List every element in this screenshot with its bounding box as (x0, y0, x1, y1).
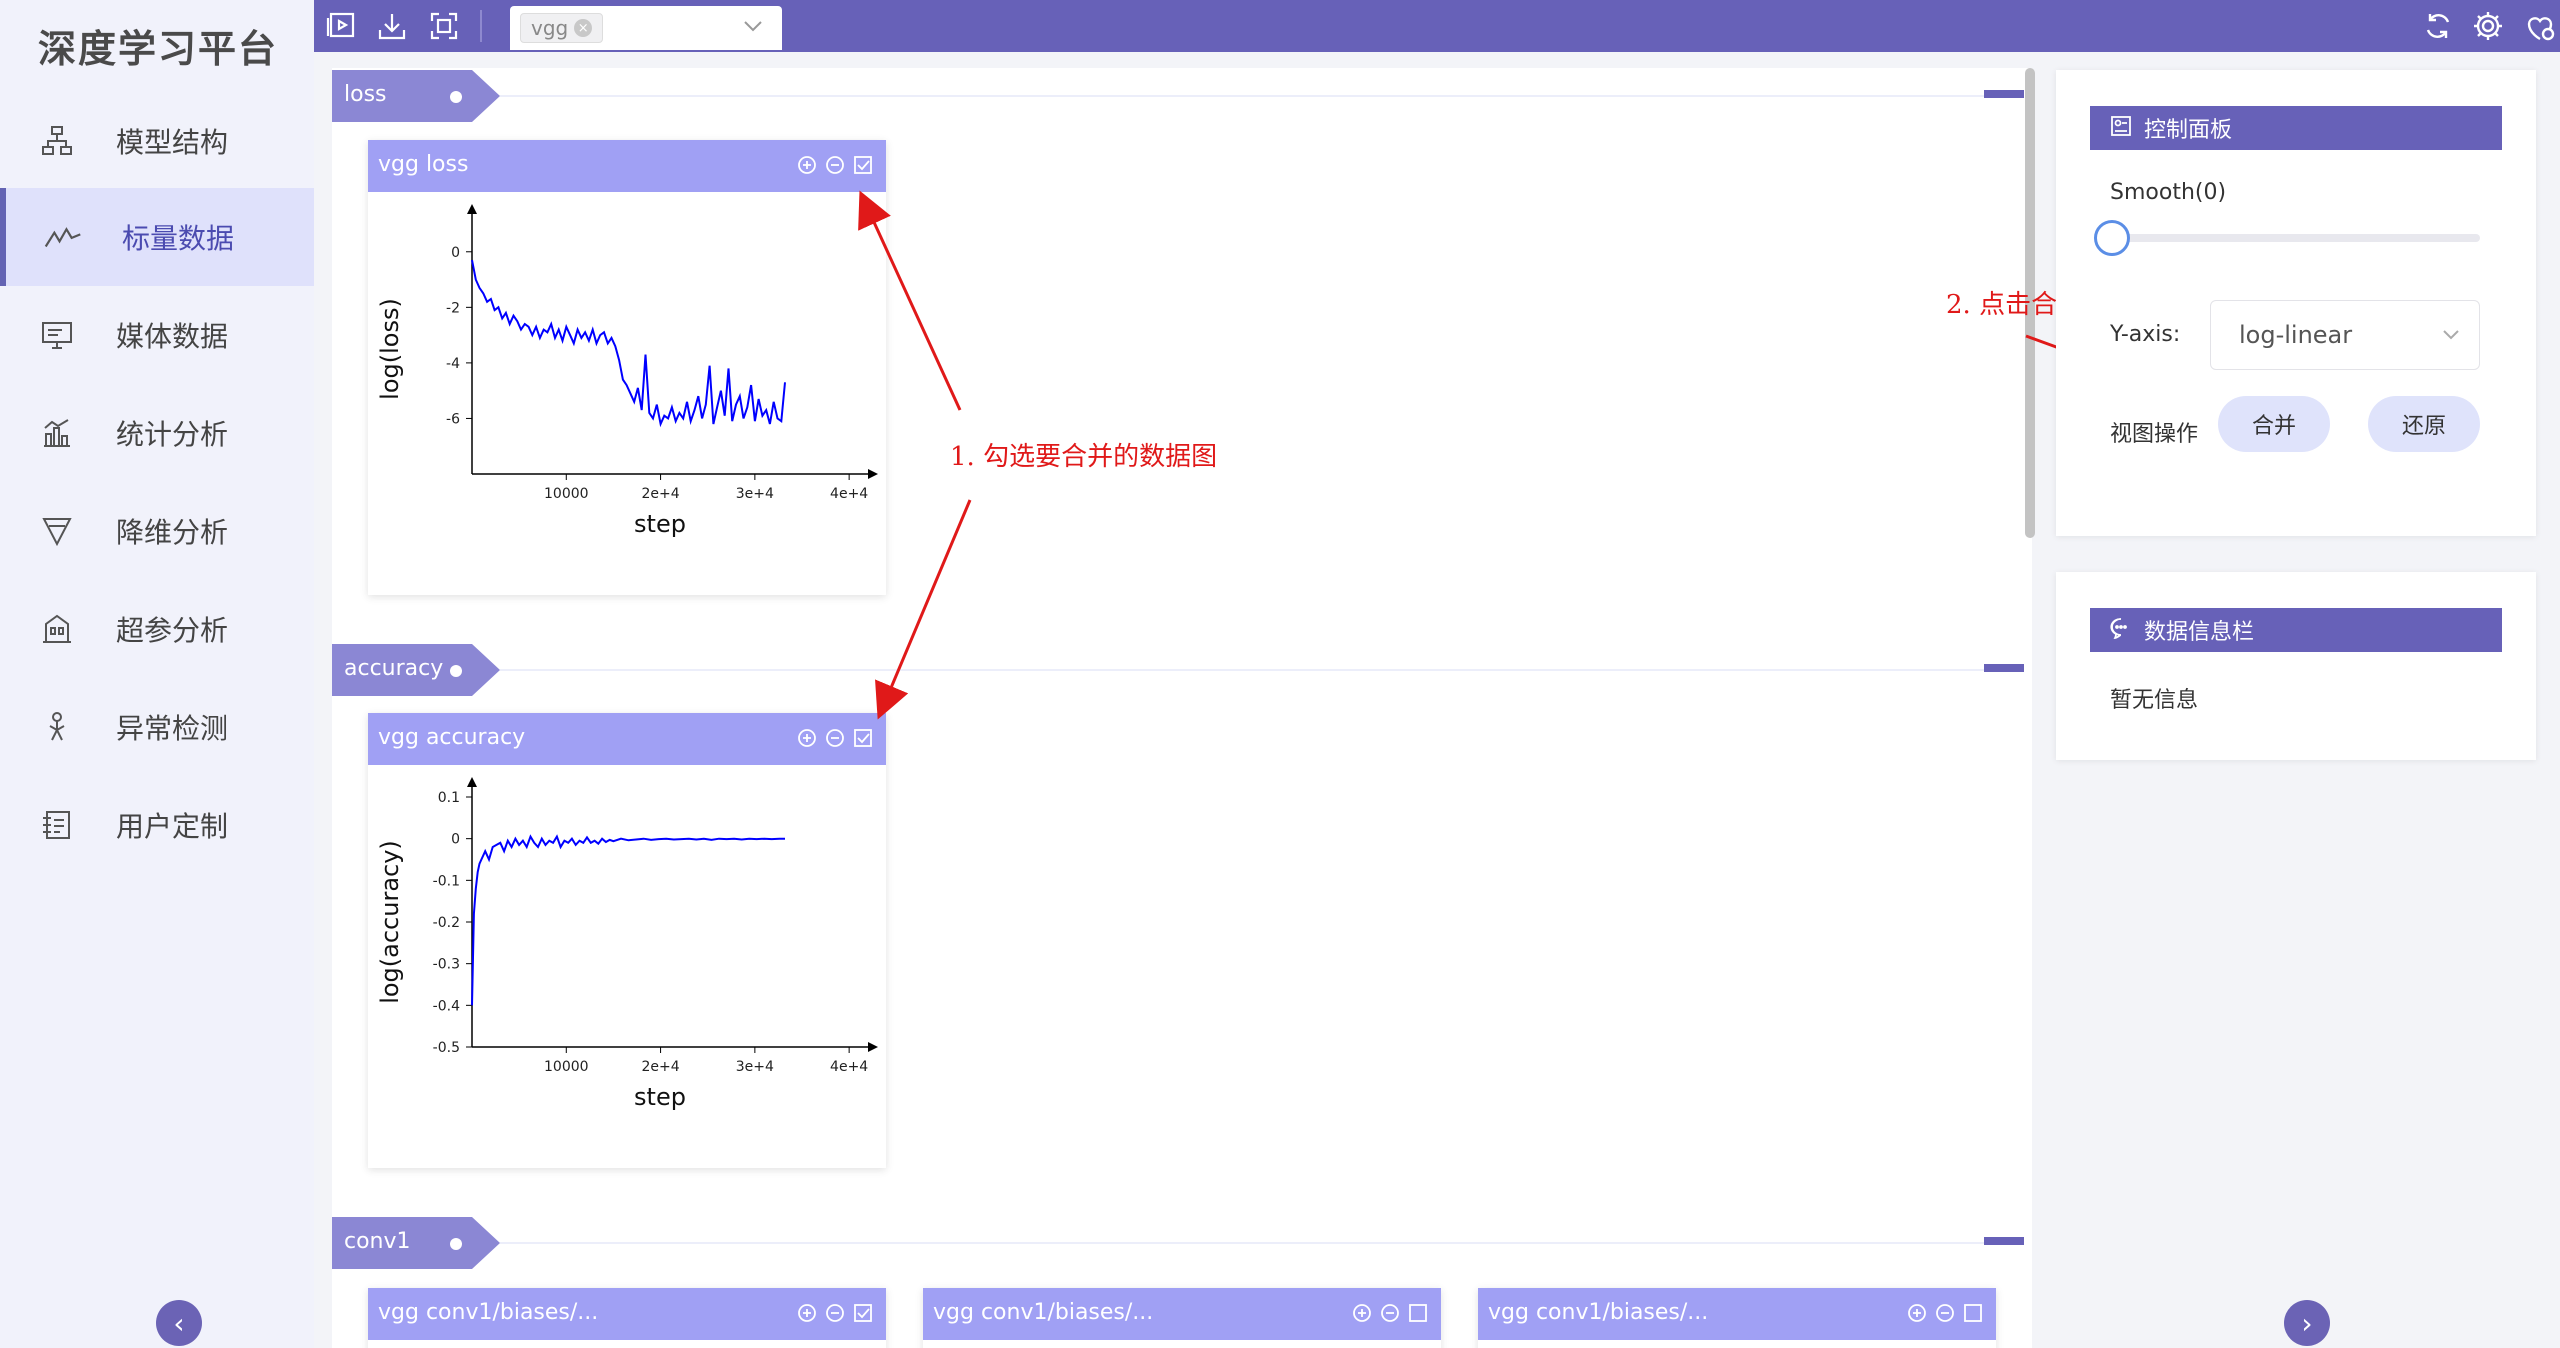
arrow-to-loss-checkbox (858, 190, 962, 411)
data-info-empty-text: 暂无信息 (2110, 688, 2199, 713)
control-panel-icon (2110, 115, 2132, 141)
merge-button[interactable]: 合并 (2218, 396, 2330, 452)
control-panel: 控制面板 Smooth(0) Y-axis: log-linear 视图操作 合… (2056, 70, 2536, 536)
data-info-panel: 数据信息栏 暂无信息 (2056, 572, 2536, 760)
smooth-slider-handle[interactable] (2094, 220, 2130, 256)
yaxis-select[interactable]: log-linear (2210, 300, 2480, 370)
chat-bubble-icon (2110, 617, 2132, 643)
control-panel-title: 控制面板 (2144, 118, 2233, 143)
chevron-down-icon (2441, 327, 2461, 346)
panel-expand-button[interactable]: › (2284, 1300, 2330, 1346)
smooth-label: Smooth(0) (2110, 180, 2227, 205)
data-info-panel-title: 数据信息栏 (2144, 620, 2255, 645)
view-ops-label: 视图操作 (2110, 422, 2199, 447)
arrow-to-accuracy-checkbox (875, 499, 972, 720)
restore-button[interactable]: 还原 (2368, 396, 2480, 452)
annotation-step1: 1. 勾选要合并的数据图 (950, 442, 1218, 472)
data-info-panel-header: 数据信息栏 (2090, 608, 2502, 652)
yaxis-select-value: log-linear (2239, 321, 2353, 349)
smooth-slider-track[interactable] (2110, 234, 2480, 242)
yaxis-label: Y-axis: (2110, 322, 2181, 347)
control-panel-header: 控制面板 (2090, 106, 2502, 150)
